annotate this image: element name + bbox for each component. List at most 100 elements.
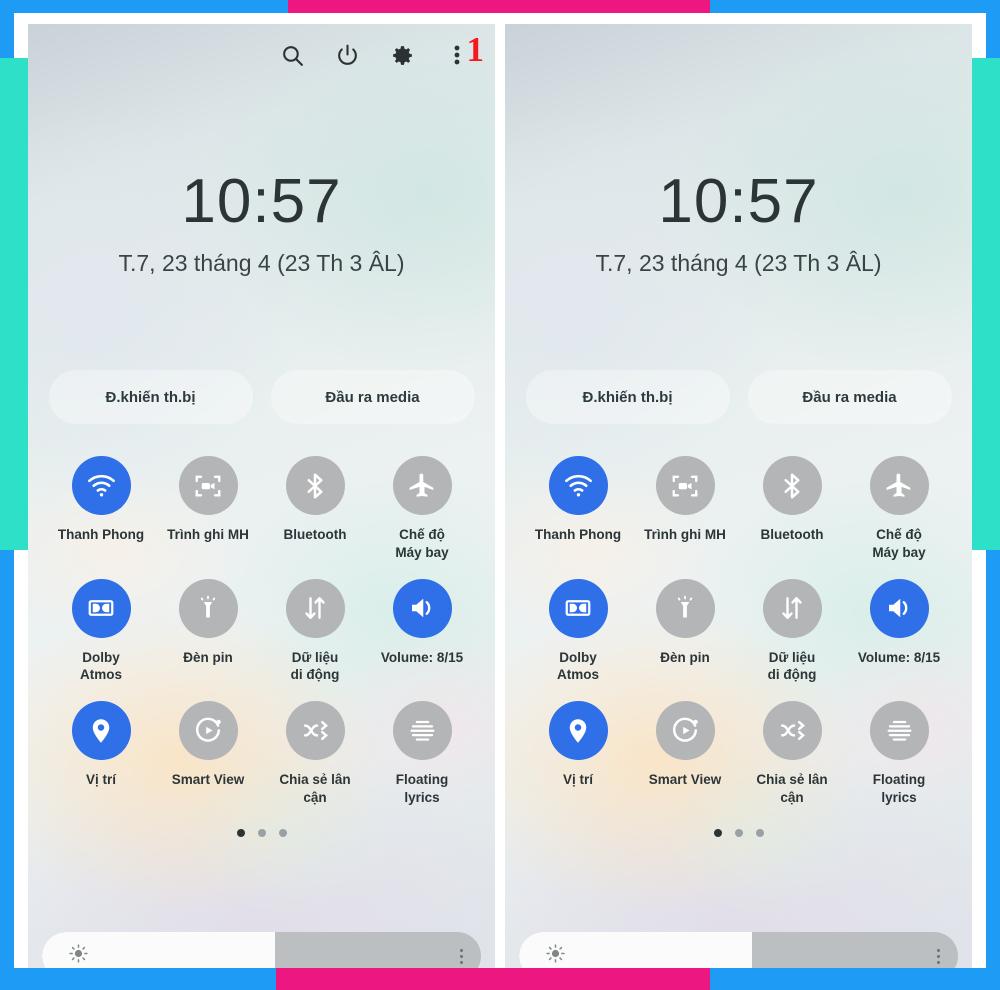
page-dot[interactable] (713, 828, 722, 837)
page-dot[interactable] (257, 828, 266, 837)
media-output-button[interactable]: Đầu ra media (270, 370, 475, 424)
toggle-flashlight[interactable]: Đèn pin (155, 578, 261, 685)
mobile-data-icon (285, 578, 345, 638)
clock-date: T.7, 23 tháng 4 (23 Th 3 ÂL) (118, 250, 405, 276)
brightness-sun-icon (68, 943, 89, 968)
toggle-location[interactable]: Vị trí (48, 701, 154, 807)
flashlight-icon (178, 578, 238, 638)
more-vert-icon[interactable] (937, 948, 940, 964)
page-indicator-left[interactable] (28, 828, 495, 837)
power-icon[interactable] (333, 41, 361, 69)
toggle-label: Smart View (648, 772, 722, 788)
toggle-floating-lyrics[interactable]: Floating lyrics (369, 701, 475, 807)
toggle-flashlight[interactable]: Đèn pin (632, 578, 738, 685)
toggle-label: Đèn pin (183, 649, 233, 665)
toggle-label: Smart View (171, 772, 245, 788)
toggle-label: Vị trí (85, 772, 116, 788)
device-control-button[interactable]: Đ.khiến th.bị (48, 370, 253, 424)
toggle-label: Chế độ Máy bay (395, 527, 449, 560)
lockscreen-clock-right: 10:57 T.7, 23 tháng 4 (23 Th 3 ÂL) (505, 171, 972, 277)
more-vert-icon[interactable]: 1 (443, 32, 484, 69)
brightness-slider-left[interactable] (42, 932, 481, 968)
quick-toggle-grid-left: Thanh Phong Trình ghi MH Bluetooth Chế đ… (28, 456, 495, 807)
search-icon[interactable] (278, 41, 306, 69)
toggle-screen-recorder[interactable]: Trình ghi MH (155, 456, 261, 562)
media-pill-row-right: Đ.khiến th.bị Đầu ra media (505, 370, 972, 424)
band-bottom-blue-right (710, 968, 1000, 990)
toggle-label: Dữ liệu di động (290, 649, 340, 683)
smart-view-icon (178, 701, 238, 761)
toggle-label: Trình ghi MH (644, 527, 726, 542)
band-bottom-blue-left (0, 968, 276, 990)
toggle-label: Bluetooth (760, 527, 824, 542)
toggle-row: Thanh Phong Trình ghi MH Bluetooth Chế đ… (525, 456, 952, 562)
toggle-airplane-mode[interactable]: Chế độ Máy bay (846, 456, 952, 562)
toggle-label: Thanh Phong (57, 527, 145, 542)
toggle-dolby-atmos[interactable]: Dolby Atmos (525, 578, 631, 685)
wifi-icon (71, 456, 131, 515)
toggle-mobile-data[interactable]: Dữ liệu di động (739, 578, 845, 685)
wifi-icon (548, 456, 608, 515)
toggle-row: Dolby Atmos Đèn pin Dữ liệu di động Volu… (48, 578, 475, 685)
airplane-icon (392, 456, 452, 515)
band-right-teal (972, 58, 1000, 550)
volume-icon (869, 578, 929, 638)
decorative-frame: 1 10:57 T.7, 23 tháng 4 (23 Th 3 ÂL) Đ.k… (0, 0, 1000, 990)
more-vert-icon[interactable] (460, 948, 463, 964)
toggle-wifi[interactable]: Thanh Phong (48, 456, 154, 562)
device-control-button[interactable]: Đ.khiến th.bị (525, 370, 730, 424)
toggle-dolby-atmos[interactable]: Dolby Atmos (48, 578, 154, 685)
toggle-location[interactable]: Vị trí (525, 701, 631, 807)
brightness-slider-right[interactable] (519, 932, 958, 968)
band-right-blue-bottom (986, 550, 1000, 990)
page-dot[interactable] (755, 828, 764, 837)
airplane-icon (869, 456, 929, 515)
bluetooth-icon (762, 456, 822, 515)
smart-view-icon (655, 701, 715, 761)
media-output-button[interactable]: Đầu ra media (747, 370, 952, 424)
brightness-sun-icon (545, 943, 566, 968)
nearby-share-icon (285, 701, 345, 761)
floating-lyrics-icon (869, 701, 929, 761)
page-dot[interactable] (734, 828, 743, 837)
clock-date: T.7, 23 tháng 4 (23 Th 3 ÂL) (595, 250, 882, 276)
nearby-share-icon (762, 701, 822, 761)
toggle-label: Floating lyrics (872, 772, 926, 806)
toggle-label: Thanh Phong (534, 527, 622, 542)
toggle-airplane-mode[interactable]: Chế độ Máy bay (369, 456, 475, 562)
toggle-bluetooth[interactable]: Bluetooth (262, 456, 368, 562)
annotation-badge-1: 1 (466, 30, 484, 69)
toggle-label: Volume: 8/15 (857, 649, 941, 665)
toggle-floating-lyrics[interactable]: Floating lyrics (846, 701, 952, 807)
toggle-volume[interactable]: Volume: 8/15 (846, 578, 952, 685)
quick-panel-left: 1 10:57 T.7, 23 tháng 4 (23 Th 3 ÂL) Đ.k… (28, 24, 495, 968)
band-left-blue-top (0, 0, 14, 58)
flashlight-icon (655, 578, 715, 638)
toggle-label: Dolby Atmos (79, 649, 122, 683)
toggle-volume[interactable]: Volume: 8/15 (369, 578, 475, 685)
toggle-label: Chia sẻ lân cận (279, 772, 351, 806)
toggle-smart-view[interactable]: Smart View (632, 701, 738, 807)
quick-panel-right: 10:57 T.7, 23 tháng 4 (23 Th 3 ÂL) Đ.khi… (505, 24, 972, 968)
page-indicator-right[interactable] (505, 828, 972, 837)
toggle-bluetooth[interactable]: Bluetooth (739, 456, 845, 562)
page-dot[interactable] (278, 828, 287, 837)
page-dot[interactable] (236, 828, 245, 837)
toggle-mobile-data[interactable]: Dữ liệu di động (262, 578, 368, 685)
toggle-label: Volume: 8/15 (380, 649, 464, 665)
lockscreen-clock-left: 10:57 T.7, 23 tháng 4 (23 Th 3 ÂL) (28, 171, 495, 277)
toggle-smart-view[interactable]: Smart View (155, 701, 261, 807)
clock-time: 10:57 (658, 167, 819, 236)
toggle-screen-recorder[interactable]: Trình ghi MH (632, 456, 738, 562)
toggle-nearby-share[interactable]: Chia sẻ lân cận (739, 701, 845, 807)
toggle-label: Chế độ Máy bay (872, 527, 926, 560)
quick-toggle-grid-right: Thanh Phong Trình ghi MH Bluetooth Chế đ… (505, 456, 972, 807)
toggle-wifi[interactable]: Thanh Phong (525, 456, 631, 562)
bluetooth-icon (285, 456, 345, 515)
toggle-nearby-share[interactable]: Chia sẻ lân cận (262, 701, 368, 807)
quick-panel-toolbar-left: 1 (28, 24, 495, 86)
toggle-row: Vị trí Smart View Chia sẻ lân cận Floati… (48, 701, 475, 807)
screenshot-stage: 1 10:57 T.7, 23 tháng 4 (23 Th 3 ÂL) Đ.k… (28, 24, 972, 968)
gear-icon[interactable] (388, 41, 416, 69)
band-left-teal (0, 58, 28, 550)
